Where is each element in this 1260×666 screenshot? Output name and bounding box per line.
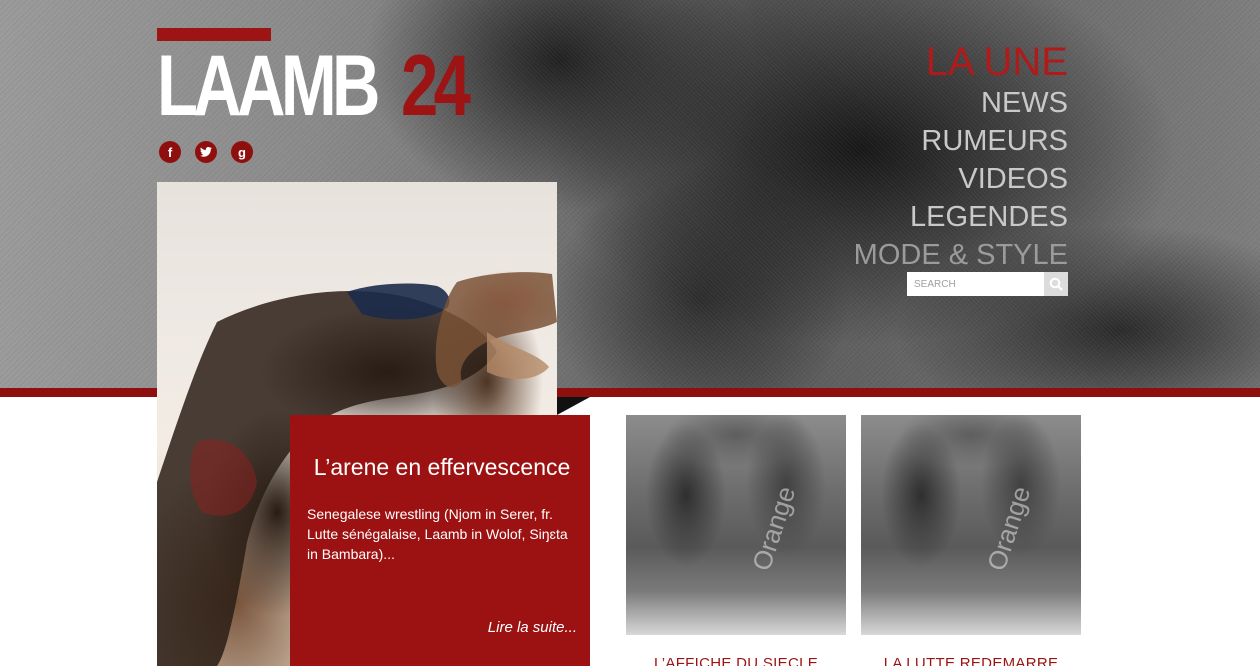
featured-title[interactable]: L’arene en effervescence <box>307 453 577 482</box>
article-card[interactable]: Orange L’AFFICHE DU SIECLE <box>626 415 846 666</box>
nav-item-legendes[interactable]: LEGENDES <box>854 198 1068 236</box>
logo-text: LAAMB <box>157 38 380 134</box>
nav-item-mode-style[interactable]: MODE & STYLE <box>854 236 1068 274</box>
search-button[interactable] <box>1044 272 1068 296</box>
card-image-logo-text: Orange <box>981 482 1037 575</box>
google-icon[interactable]: g <box>231 141 253 163</box>
search-input[interactable] <box>907 272 1044 296</box>
social-links: f g <box>159 141 253 163</box>
article-card-image[interactable]: Orange <box>626 415 846 635</box>
article-card[interactable]: Orange LA LUTTE REDEMARRE <box>861 415 1081 666</box>
facebook-icon[interactable]: f <box>159 141 181 163</box>
nav-item-news[interactable]: NEWS <box>854 84 1068 122</box>
main-nav: LA UNE NEWS RUMEURS VIDEOS LEGENDES MODE… <box>854 42 1068 274</box>
search-icon <box>1049 277 1063 291</box>
featured-article-box: L’arene en effervescence Senegalese wres… <box>290 415 590 666</box>
card-image-logo-text: Orange <box>746 482 802 575</box>
featured-excerpt: Senegalese wrestling (Njom in Serer, fr.… <box>307 506 568 562</box>
nav-item-la-une[interactable]: LA UNE <box>854 42 1068 82</box>
featured-corner-triangle <box>557 397 590 415</box>
read-more-link[interactable]: Lire la suite... <box>488 619 577 636</box>
article-card-title[interactable]: LA LUTTE REDEMARRE <box>861 655 1081 666</box>
twitter-icon[interactable] <box>195 141 217 163</box>
search-bar <box>907 272 1068 296</box>
nav-item-rumeurs[interactable]: RUMEURS <box>854 122 1068 160</box>
logo-number: 24 <box>401 38 471 134</box>
article-card-title[interactable]: L’AFFICHE DU SIECLE <box>626 655 846 666</box>
site-logo[interactable]: LAAMB 24 <box>157 28 487 134</box>
article-card-image[interactable]: Orange <box>861 415 1081 635</box>
nav-item-videos[interactable]: VIDEOS <box>854 160 1068 198</box>
